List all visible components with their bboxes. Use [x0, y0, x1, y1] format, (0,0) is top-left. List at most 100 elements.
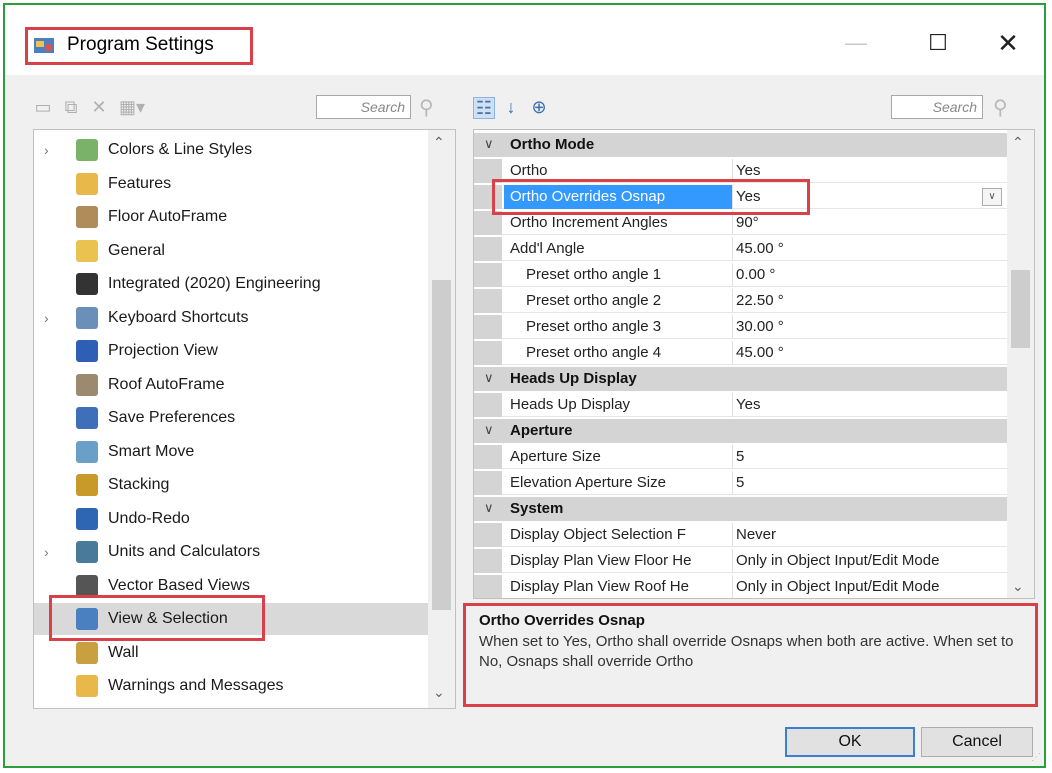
property-value[interactable]: Yes — [736, 162, 760, 179]
tree-item-label: Features — [108, 174, 172, 192]
tree-item-label: Wall — [108, 643, 139, 661]
tree-item[interactable]: Floor AutoFrame — [34, 201, 429, 233]
tree-item[interactable]: Wall — [34, 637, 429, 669]
expand-chevron-icon[interactable]: › — [44, 310, 58, 326]
column-divider[interactable] — [732, 341, 733, 365]
column-divider[interactable] — [732, 315, 733, 339]
property-row[interactable]: Preset ortho angle 1 0.00 ° — [474, 263, 1008, 287]
delete-icon[interactable]: ✕ — [89, 97, 109, 117]
property-name: Add'l Angle — [510, 240, 585, 257]
tree-item-label: Integrated (2020) Engineering — [108, 275, 321, 292]
scroll-down-icon[interactable]: ⌄ — [1012, 578, 1024, 595]
gear-icon — [76, 273, 98, 295]
column-divider[interactable] — [732, 289, 733, 313]
minimize-button[interactable]: — — [833, 23, 879, 63]
column-divider[interactable] — [732, 523, 733, 547]
property-value[interactable]: Only in Object Input/Edit Mode — [736, 578, 939, 595]
column-divider[interactable] — [732, 393, 733, 417]
scroll-up-icon[interactable]: ⌃ — [1012, 134, 1024, 151]
tree-item[interactable]: Save Preferences — [34, 402, 429, 434]
property-search-input[interactable]: Search — [891, 95, 983, 119]
property-row[interactable]: Preset ortho angle 3 30.00 ° — [474, 315, 1008, 339]
column-divider[interactable] — [732, 445, 733, 469]
tree-item[interactable]: Undo-Redo — [34, 503, 429, 535]
scroll-up-icon[interactable]: ⌃ — [433, 134, 445, 151]
collapse-chevron-icon[interactable]: ∨ — [484, 500, 494, 516]
floor-frame-icon — [76, 206, 98, 228]
property-row[interactable]: Heads Up Display Yes — [474, 393, 1008, 417]
property-value[interactable]: 90° — [736, 214, 759, 231]
save-icon — [76, 407, 98, 429]
collapse-chevron-icon[interactable]: ∨ — [484, 422, 494, 438]
property-scroll-thumb[interactable] — [1011, 270, 1030, 348]
property-row[interactable]: Display Plan View Floor He Only in Object… — [474, 549, 1008, 573]
tree-item[interactable]: Smart Move — [34, 436, 429, 468]
folder-icon — [76, 172, 98, 195]
tree-item[interactable]: Integrated (2020) Engineering — [34, 268, 429, 300]
tree-item[interactable]: Warnings and Messages — [34, 670, 429, 702]
property-value[interactable]: 22.50 ° — [736, 292, 784, 309]
maximize-button[interactable]: ☐ — [915, 23, 961, 63]
category-row[interactable]: ∨ Ortho Mode — [474, 133, 1008, 157]
property-row[interactable]: Preset ortho angle 2 22.50 ° — [474, 289, 1008, 313]
property-value[interactable]: 45.00 ° — [736, 344, 784, 361]
collapse-chevron-icon[interactable]: ∨ — [484, 136, 494, 152]
alphabetical-sort-icon[interactable]: ↓ — [501, 97, 521, 117]
new-folder-icon[interactable]: ▭ — [33, 97, 53, 117]
column-divider[interactable] — [732, 575, 733, 598]
tree-item[interactable]: Projection View — [34, 335, 429, 367]
tree-item[interactable]: General — [34, 235, 429, 267]
tree-item-label: Save Preferences — [108, 409, 236, 426]
column-divider[interactable] — [732, 549, 733, 573]
undo-icon — [76, 507, 98, 530]
search-icon[interactable]: ⚲ — [993, 95, 1015, 119]
property-value[interactable]: 5 — [736, 474, 744, 491]
tree-item[interactable]: Stacking — [34, 469, 429, 501]
property-row[interactable]: Aperture Size 5 — [474, 445, 1008, 469]
property-value[interactable]: 30.00 ° — [736, 318, 784, 335]
property-row[interactable]: Add'l Angle 45.00 ° — [474, 237, 1008, 261]
property-row[interactable]: Display Plan View Roof He Only in Object … — [474, 575, 1008, 598]
property-pages-icon[interactable]: ⊕ — [529, 97, 549, 117]
property-value[interactable]: Never — [736, 526, 776, 543]
column-divider[interactable] — [732, 263, 733, 287]
categorized-view-icon[interactable]: ☷ — [473, 97, 495, 119]
ok-button[interactable]: OK — [785, 727, 915, 757]
scroll-down-icon[interactable]: ⌄ — [433, 684, 445, 701]
category-row[interactable]: ∨ Heads Up Display — [474, 367, 1008, 391]
property-value[interactable]: Only in Object Input/Edit Mode — [736, 552, 939, 569]
close-button[interactable]: ✕ — [985, 23, 1031, 63]
column-divider[interactable] — [732, 237, 733, 261]
tree-item[interactable]: › Keyboard Shortcuts — [34, 302, 429, 334]
cancel-button[interactable]: Cancel — [921, 727, 1033, 757]
category-row[interactable]: ∨ Aperture — [474, 419, 1008, 443]
property-row[interactable]: Preset ortho angle 4 45.00 ° — [474, 341, 1008, 365]
row-gutter — [474, 393, 502, 417]
property-value[interactable]: 0.00 ° — [736, 266, 775, 283]
calculator-icon — [76, 541, 98, 563]
tree-scrollbar[interactable]: ⌃ ⌄ — [428, 130, 455, 708]
column-divider[interactable] — [732, 471, 733, 495]
tree-item[interactable]: › Colors & Line Styles — [34, 134, 429, 166]
tree-search-input[interactable]: Search — [316, 95, 411, 119]
search-icon[interactable]: ⚲ — [419, 95, 441, 119]
view-options-icon[interactable]: ▦▾ — [115, 97, 149, 117]
dropdown-chevron-icon[interactable]: ∨ — [982, 188, 1002, 206]
property-row[interactable]: Display Object Selection F Never — [474, 523, 1008, 547]
property-row[interactable]: Elevation Aperture Size 5 — [474, 471, 1008, 495]
copy-icon[interactable]: ⧉ — [61, 97, 81, 117]
property-value[interactable]: 45.00 ° — [736, 240, 784, 257]
property-value[interactable]: Yes — [736, 396, 760, 413]
tree-item[interactable]: Roof AutoFrame — [34, 369, 429, 401]
tree-item[interactable]: › Units and Calculators — [34, 536, 429, 568]
category-row[interactable]: ∨ System — [474, 497, 1008, 521]
property-value[interactable]: 5 — [736, 448, 744, 465]
expand-chevron-icon[interactable]: › — [44, 142, 58, 158]
tree-scroll-thumb[interactable] — [432, 280, 451, 610]
tree-item[interactable]: Features — [34, 168, 429, 200]
collapse-chevron-icon[interactable]: ∨ — [484, 370, 494, 386]
resize-grip-icon[interactable]: ⋰ — [1031, 752, 1041, 763]
property-name: Elevation Aperture Size — [510, 474, 666, 491]
property-scrollbar[interactable]: ⌃ ⌄ — [1007, 130, 1034, 598]
expand-chevron-icon[interactable]: › — [44, 544, 58, 560]
